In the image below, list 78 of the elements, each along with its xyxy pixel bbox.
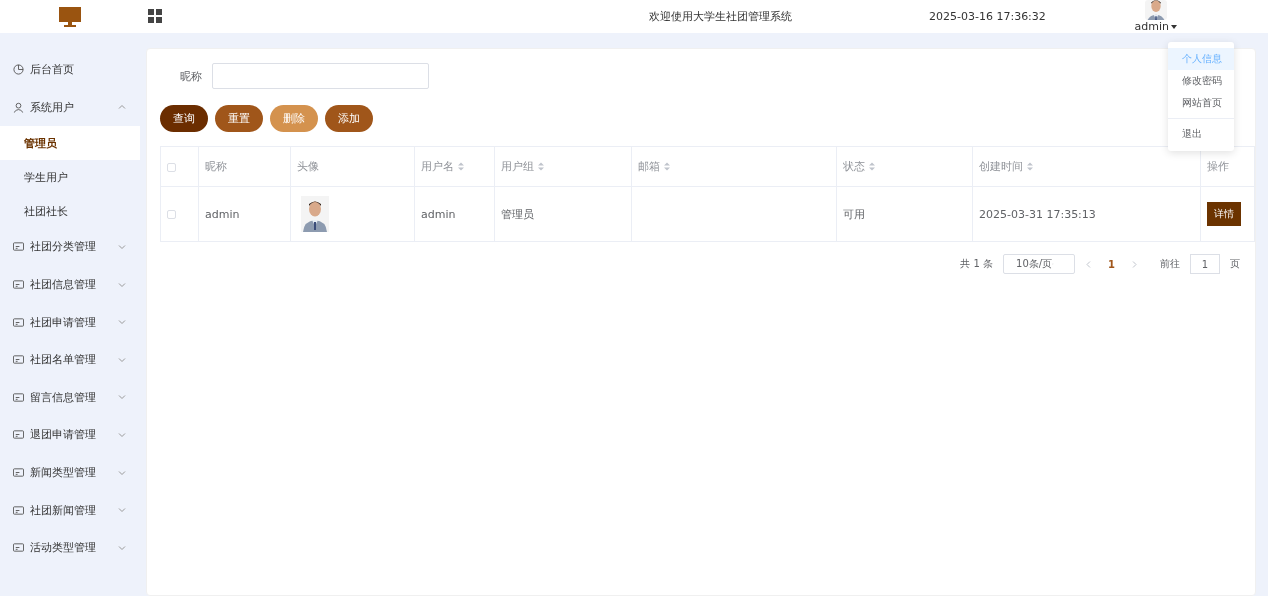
sort-icon[interactable]: [869, 162, 875, 171]
card-icon: [13, 354, 24, 366]
page-suffix: 页: [1230, 257, 1240, 271]
add-button[interactable]: 添加: [325, 105, 373, 132]
sort-icon[interactable]: [458, 162, 464, 171]
total-count: 共 1 条: [960, 257, 994, 271]
table-cell: admin: [205, 207, 240, 221]
sidebar-item[interactable]: 留言信息管理: [0, 378, 140, 417]
chevron-icon: [118, 543, 126, 552]
table-cell: 管理员: [501, 207, 534, 221]
sidebar-subitem[interactable]: 社团社长: [0, 194, 140, 229]
chevron-icon: [118, 506, 126, 515]
user-menu[interactable]: admin: [1134, 20, 1178, 33]
sidebar-item[interactable]: 新闻类型管理: [0, 453, 140, 492]
previous-page-icon[interactable]: [1085, 260, 1093, 268]
column-header: 状态: [843, 159, 865, 174]
chevron-icon: [118, 318, 126, 327]
card-icon: [13, 429, 24, 441]
details-button[interactable]: 详情: [1207, 202, 1241, 226]
sidebar-item[interactable]: 退团申请管理: [0, 416, 140, 454]
sidebar-subitem[interactable]: 管理员: [0, 126, 140, 161]
sort-icon[interactable]: [664, 162, 670, 171]
table-cell: admin: [421, 207, 456, 221]
sidebar-item[interactable]: 社团申请管理: [0, 303, 140, 341]
sidebar-subitem[interactable]: 学生用户: [0, 160, 140, 195]
menu-item[interactable]: 网站首页: [1168, 92, 1234, 114]
chevron-icon: [118, 430, 126, 439]
chevron-icon: [118, 393, 126, 402]
column-header: 操作: [1207, 159, 1229, 174]
table-cell: 可用: [843, 207, 865, 221]
query-button[interactable]: 查询: [160, 105, 208, 132]
menu-item[interactable]: 修改密码: [1168, 70, 1234, 92]
current-datetime: 2025-03-16 17:36:32: [929, 10, 1046, 23]
card-icon: [13, 504, 24, 516]
page-title: 欢迎使用大学生社团管理系统: [649, 9, 793, 24]
column-header: 昵称: [205, 159, 227, 174]
sort-icon[interactable]: [538, 162, 544, 171]
chevron-icon: [118, 243, 126, 251]
column-header: 头像: [297, 159, 319, 174]
reset-button[interactable]: 重置: [215, 105, 263, 132]
chevron-icon: [118, 280, 126, 289]
user-icon: [13, 101, 24, 113]
card-icon: [13, 241, 24, 253]
chevron-icon: [118, 355, 126, 364]
row-checkbox[interactable]: [167, 210, 176, 219]
column-header: 创建时间: [979, 159, 1023, 174]
card-icon: [13, 467, 24, 479]
menu-icon[interactable]: [148, 9, 163, 24]
column-header: 用户组: [501, 159, 534, 174]
sidebar-item[interactable]: 社团分类管理: [0, 228, 140, 266]
page-size-select[interactable]: 10条/页: [1003, 254, 1076, 274]
select-all-checkbox[interactable]: [167, 162, 176, 172]
card-icon: [13, 542, 24, 554]
column-header: 用户名: [421, 159, 454, 174]
page-number[interactable]: 1: [1102, 258, 1121, 270]
chevron-icon: [118, 103, 126, 112]
sort-icon[interactable]: [1027, 162, 1033, 171]
sidebar-item[interactable]: 社团新闻管理: [0, 491, 140, 529]
goto-label: 前往: [1160, 257, 1180, 271]
caret-icon: [1171, 24, 1178, 29]
pie-chart-icon: [13, 64, 24, 76]
sidebar-item[interactable]: 活动类型管理: [0, 528, 140, 567]
page-input[interactable]: 1: [1190, 254, 1220, 274]
search-label: 昵称: [180, 68, 202, 84]
chevron-icon: [118, 468, 126, 477]
sidebar-item[interactable]: 系统用户: [0, 88, 140, 127]
sidebar-item[interactable]: 后台首页: [0, 51, 140, 89]
card-icon: [13, 391, 24, 403]
card-icon: [13, 316, 24, 328]
table-cell: 2025-03-31 17:35:13: [979, 207, 1096, 221]
card-icon: [13, 279, 24, 291]
nickname-input[interactable]: [212, 63, 429, 89]
next-page-icon[interactable]: [1131, 260, 1138, 268]
sidebar-item[interactable]: 社团名单管理: [0, 340, 140, 379]
monitor-logo-icon: [59, 6, 81, 27]
sidebar-item[interactable]: 社团信息管理: [0, 265, 140, 304]
menu-item[interactable]: 退出: [1168, 123, 1234, 145]
column-header: 邮箱: [638, 159, 660, 174]
